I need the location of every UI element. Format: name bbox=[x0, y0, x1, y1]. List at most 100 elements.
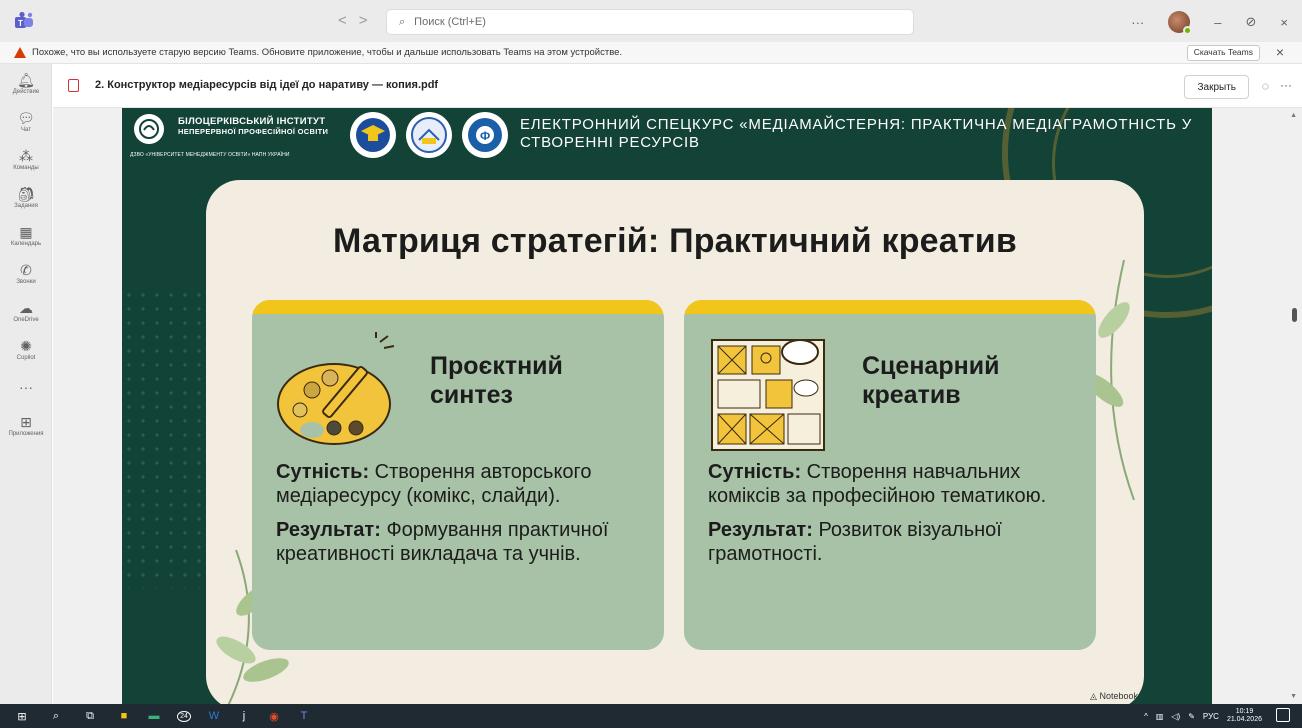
chat-icon: 💬︎ bbox=[17, 109, 35, 126]
comic-storyboard-icon bbox=[711, 339, 825, 451]
rail-item-label: Чат bbox=[21, 126, 31, 133]
scrollbar[interactable]: ▲ ▼ bbox=[1286, 108, 1302, 704]
result-text: Результат: Розвиток візуальної грамотнос… bbox=[708, 519, 1002, 565]
app-icon[interactable]: ■ bbox=[112, 704, 136, 728]
rail-item-copilot[interactable]: ✺ Copilot bbox=[0, 330, 52, 368]
close-window-button[interactable]: × bbox=[1280, 15, 1288, 30]
rail-item-приложения[interactable]: ⊞ Приложения bbox=[0, 406, 52, 444]
rail-item-label: Календарь bbox=[10, 240, 42, 247]
institute-emblem-icon bbox=[134, 114, 164, 144]
paint-palette-icon bbox=[277, 332, 395, 445]
chat-bubble-icon[interactable]: ◌ bbox=[1262, 79, 1269, 93]
rail-item-звонки[interactable]: ✆ Звонки bbox=[0, 254, 52, 292]
rail-item-чат[interactable]: 💬︎ Чат bbox=[0, 102, 52, 140]
panel-heading: Проєктний синтез bbox=[430, 352, 563, 409]
minimize-button[interactable]: – bbox=[1214, 15, 1221, 30]
rail-item-label: Приложения bbox=[8, 430, 44, 437]
app-badge-icon[interactable]: 24 bbox=[172, 704, 196, 728]
rail-item-календарь[interactable]: ▦ Календарь bbox=[0, 216, 52, 254]
more-icon: ··· bbox=[19, 379, 33, 395]
app-icon[interactable]: j bbox=[232, 704, 256, 728]
scrollbar-thumb[interactable] bbox=[1292, 308, 1297, 322]
panel-heading: Сценарний креатив bbox=[862, 352, 1000, 409]
panel-accent-stripe bbox=[684, 300, 1096, 314]
slide-title: Матриця стратегій: Практичний креатив bbox=[333, 222, 1017, 260]
rail-item-команды[interactable]: ⁂ Команды bbox=[0, 140, 52, 178]
windows-taskbar: ⊞ ⌕ ⧉ ■ ▬ 24 W j ◉ T ^ ▥ ◁) ✎ РУС 10:19 … bbox=[0, 704, 1302, 728]
strategy-panel-project-synthesis: Проєктний синтез Сутність: Створення авт… bbox=[252, 300, 664, 650]
clock[interactable]: 10:19 21.04.2026 bbox=[1227, 708, 1262, 724]
rail-item-onedrive[interactable]: ☁ OneDrive bbox=[0, 292, 52, 330]
rail-item-label: Задания bbox=[14, 202, 38, 209]
essence-text: Сутність: Створення авторського медіарес… bbox=[276, 461, 592, 507]
pen-icon[interactable]: ✎ bbox=[1188, 712, 1195, 721]
rail-item-действие[interactable]: 🔔︎ Действие bbox=[0, 64, 52, 102]
scroll-up-icon[interactable]: ▲ bbox=[1290, 112, 1297, 119]
teams-logo-icon[interactable]: T bbox=[13, 11, 35, 31]
file-header: 2. Конструктор медіаресурсів від ідеї до… bbox=[53, 64, 1302, 108]
rail-item-label: Copilot bbox=[16, 354, 36, 361]
panel-body: Сутність: Створення навчальних коміксів … bbox=[708, 460, 1088, 576]
phone-icon: ✆ bbox=[20, 261, 32, 278]
rail-item-label: Команды bbox=[13, 164, 39, 171]
presence-status-icon bbox=[1183, 26, 1193, 35]
banner-close-icon[interactable]: × bbox=[1276, 44, 1284, 60]
svg-text:Ф: Ф bbox=[480, 129, 490, 143]
teams-icon: ⁂ bbox=[19, 147, 33, 164]
scroll-down-icon[interactable]: ▼ bbox=[1290, 693, 1297, 700]
rail-item-label: Звонки bbox=[16, 278, 36, 285]
close-file-button[interactable]: Закрыть bbox=[1184, 75, 1249, 99]
search-input[interactable]: ⌕ Поиск (Ctrl+E) bbox=[386, 9, 914, 35]
institute-subtitle: ДЗВО «УНІВЕРСИТЕТ МЕНЕДЖМЕНТУ ОСВІТИ» НА… bbox=[130, 152, 290, 158]
more-options-icon[interactable]: ··· bbox=[1131, 15, 1144, 30]
chrome-icon[interactable]: ◉ bbox=[262, 704, 286, 728]
system-tray: ^ ▥ ◁) ✎ РУС 10:19 21.04.2026 bbox=[1144, 708, 1262, 724]
banner-message: Похоже, что вы используете старую версию… bbox=[32, 47, 623, 58]
bell-icon: 🔔︎ bbox=[17, 71, 35, 88]
task-view-icon[interactable]: ⧉ bbox=[78, 704, 102, 728]
onedrive-icon: ☁ bbox=[19, 299, 33, 316]
teams-taskbar-icon[interactable]: T bbox=[292, 704, 316, 728]
assignments-icon: 🎒︎ bbox=[17, 185, 35, 202]
app-icon[interactable]: ▬ bbox=[142, 704, 166, 728]
back-arrow-icon[interactable]: < bbox=[338, 12, 347, 29]
rail-item-more[interactable]: ··· bbox=[0, 368, 52, 406]
result-text: Результат: Формування практичної креатив… bbox=[276, 519, 609, 565]
essence-text: Сутність: Створення навчальних коміксів … bbox=[708, 461, 1047, 507]
forward-arrow-icon[interactable]: > bbox=[359, 12, 368, 29]
chevron-up-icon[interactable]: ^ bbox=[1144, 712, 1148, 721]
search-icon[interactable]: ⌕ bbox=[44, 704, 68, 728]
calendar-icon: ▦ bbox=[19, 223, 33, 240]
institute-name: БІЛОЦЕРКІВСЬКИЙ ІНСТИТУТ НЕПЕРЕРВНОЇ ПРО… bbox=[178, 116, 329, 137]
rail-item-задания[interactable]: 🎒︎ Задания bbox=[0, 178, 52, 216]
notifications-icon[interactable] bbox=[1276, 708, 1290, 722]
volume-icon[interactable]: ◁) bbox=[1171, 712, 1180, 721]
institute-logo: БІЛОЦЕРКІВСЬКИЙ ІНСТИТУТ НЕПЕРЕРВНОЇ ПРО… bbox=[128, 110, 344, 160]
restore-button[interactable]: ⊘ bbox=[1246, 14, 1257, 30]
svg-text:T: T bbox=[18, 19, 23, 28]
course-title: ЕЛЕКТРОННИЙ СПЕЦКУРС «МЕДІАМАЙСТЕРНЯ: ПР… bbox=[520, 116, 1193, 151]
rail-item-label: OneDrive bbox=[13, 316, 39, 323]
strategy-panel-scenario-creative: Сценарний креатив Сутність: Створення на… bbox=[684, 300, 1096, 650]
book-emblem-icon bbox=[406, 112, 452, 158]
file-name: 2. Конструктор медіаресурсів від ідеї до… bbox=[95, 79, 439, 91]
notebook-watermark: ◬ Notebook bbox=[1090, 691, 1138, 701]
start-icon[interactable]: ⊞ bbox=[10, 704, 34, 728]
app-rail: 🔔︎ Действие 💬︎ Чат ⁂ Команды 🎒︎ Задания ▦ Календа… bbox=[0, 64, 52, 704]
network-icon[interactable]: ▥ bbox=[1156, 712, 1164, 721]
copilot-icon: ✺ bbox=[20, 337, 32, 354]
update-warning-banner: Похоже, что вы используете старую версию… bbox=[0, 42, 1302, 64]
panel-accent-stripe bbox=[252, 300, 664, 314]
search-icon: ⌕ bbox=[399, 15, 406, 28]
university-emblem-icon: Ф bbox=[462, 112, 508, 158]
download-teams-button[interactable]: Скачать Teams bbox=[1186, 45, 1260, 61]
language-indicator[interactable]: РУС bbox=[1203, 712, 1219, 721]
slide-card: Матриця стратегій: Практичний креатив Пр… bbox=[206, 180, 1144, 704]
warning-icon bbox=[14, 47, 26, 58]
panel-body: Сутність: Створення авторського медіарес… bbox=[276, 460, 656, 576]
title-bar: T < > ⌕ Поиск (Ctrl+E) ··· – ⊘ × bbox=[0, 0, 1302, 42]
slide: БІЛОЦЕРКІВСЬКИЙ ІНСТИТУТ НЕПЕРЕРВНОЇ ПРО… bbox=[122, 108, 1212, 704]
avatar[interactable] bbox=[1168, 11, 1193, 35]
more-icon[interactable]: ··· bbox=[1280, 78, 1292, 92]
word-icon[interactable]: W bbox=[202, 704, 226, 728]
